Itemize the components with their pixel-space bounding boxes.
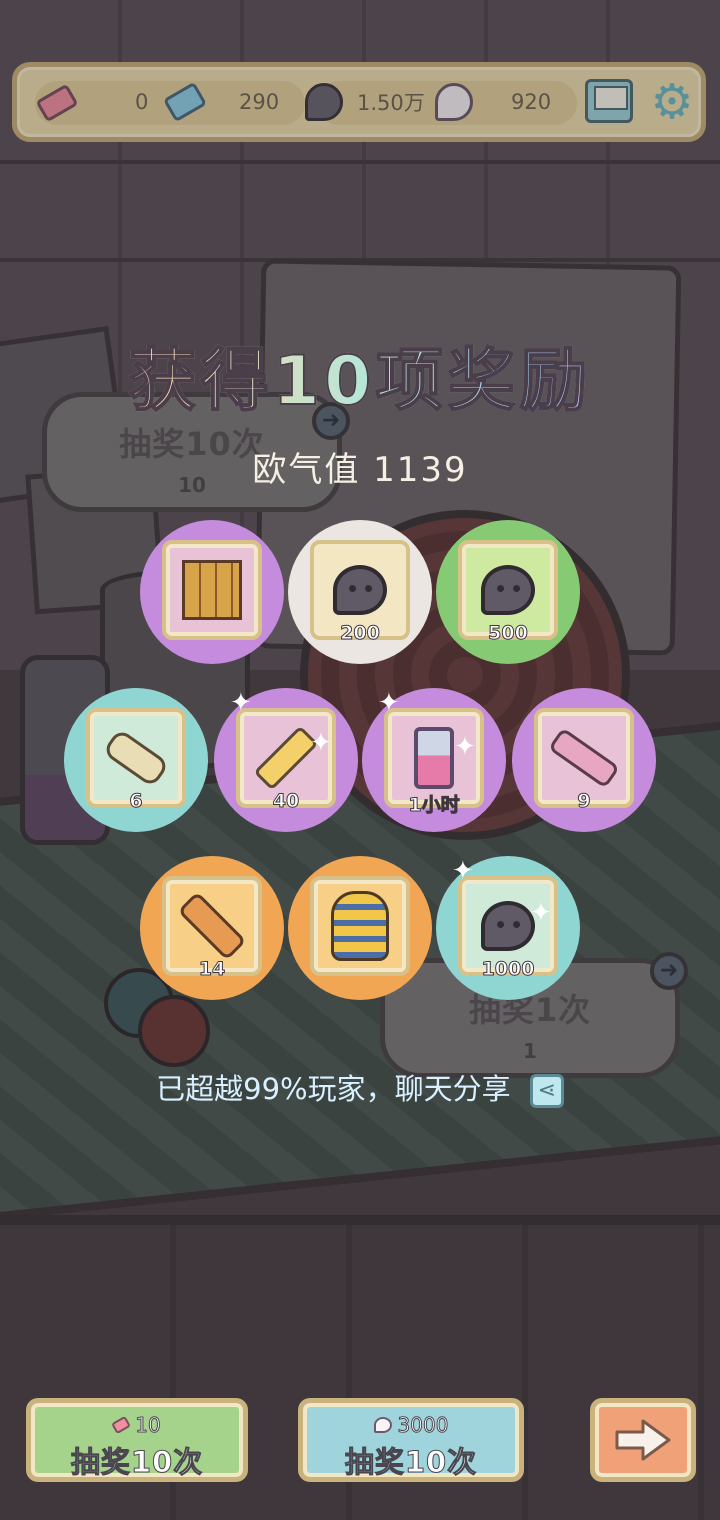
reward-quantity: 200 [340,622,381,645]
reward-item[interactable]: 9 [512,688,656,832]
reward-item[interactable]: 14 [140,856,284,1000]
share-row[interactable]: 已超越99%玩家，聊天分享 ⋖ [0,1066,720,1108]
reward-item[interactable]: ✦ ✦ 1000 [436,856,580,1000]
reward-quantity: 1000 [481,958,535,981]
draw-10-spirit-button[interactable]: 3000 抽奖10次 [298,1398,524,1482]
reward-quantity: 14 [198,958,226,981]
reward-quantity: 500 [488,622,529,645]
reward-item[interactable] [140,520,284,664]
sparkle-icon: ✦ [310,728,332,758]
draw-10-spirit-label: 抽奖10次 [344,1445,478,1480]
draw-10-ticket-cost: 10 [135,1413,161,1438]
reward-quantity: 40 [272,790,300,813]
reward-quantity: 9 [577,790,591,813]
reward-item[interactable]: 6 [64,688,208,832]
reward-title: 获得10项奖励 [0,325,720,424]
share-icon[interactable]: ⋖ [529,1074,564,1108]
reward-item[interactable]: ✦ ✦ 40 [214,688,358,832]
sparkle-icon: ✦ [452,856,474,886]
pink-ticket-icon [111,1415,132,1435]
sparkle-icon: ✦ [378,688,400,718]
next-button[interactable] [590,1398,696,1482]
draw-10-ticket-label: 抽奖10次 [70,1445,204,1480]
luck-value: 欧气值 1139 [252,450,468,490]
draw-10-ticket-cost-row: 10 [31,1413,243,1438]
sparkle-icon: ✦ [454,732,476,762]
pharaoh-mask-icon [310,876,410,976]
draw-10-spirit-cost-row: 3000 [303,1413,519,1438]
share-text: 已超越99%玩家，聊天分享 [156,1072,511,1106]
white-spirit-icon [373,1417,392,1433]
reward-quantity: 1小时 [408,794,460,817]
folding-screen-icon [162,540,262,640]
reward-item[interactable] [288,856,432,1000]
sparkle-icon: ✦ [230,688,252,718]
arrow-right-icon [615,1419,671,1461]
reward-item[interactable]: ✦ ✦ 1小时 [362,688,506,832]
reward-quantity: 6 [129,790,143,813]
reward-item[interactable]: 500 [436,520,580,664]
sparkle-icon: ✦ [530,898,552,928]
draw-10-ticket-button[interactable]: 10 抽奖10次 [26,1398,248,1482]
draw-10-spirit-cost: 3000 [397,1413,449,1438]
reward-item[interactable]: 200 [288,520,432,664]
